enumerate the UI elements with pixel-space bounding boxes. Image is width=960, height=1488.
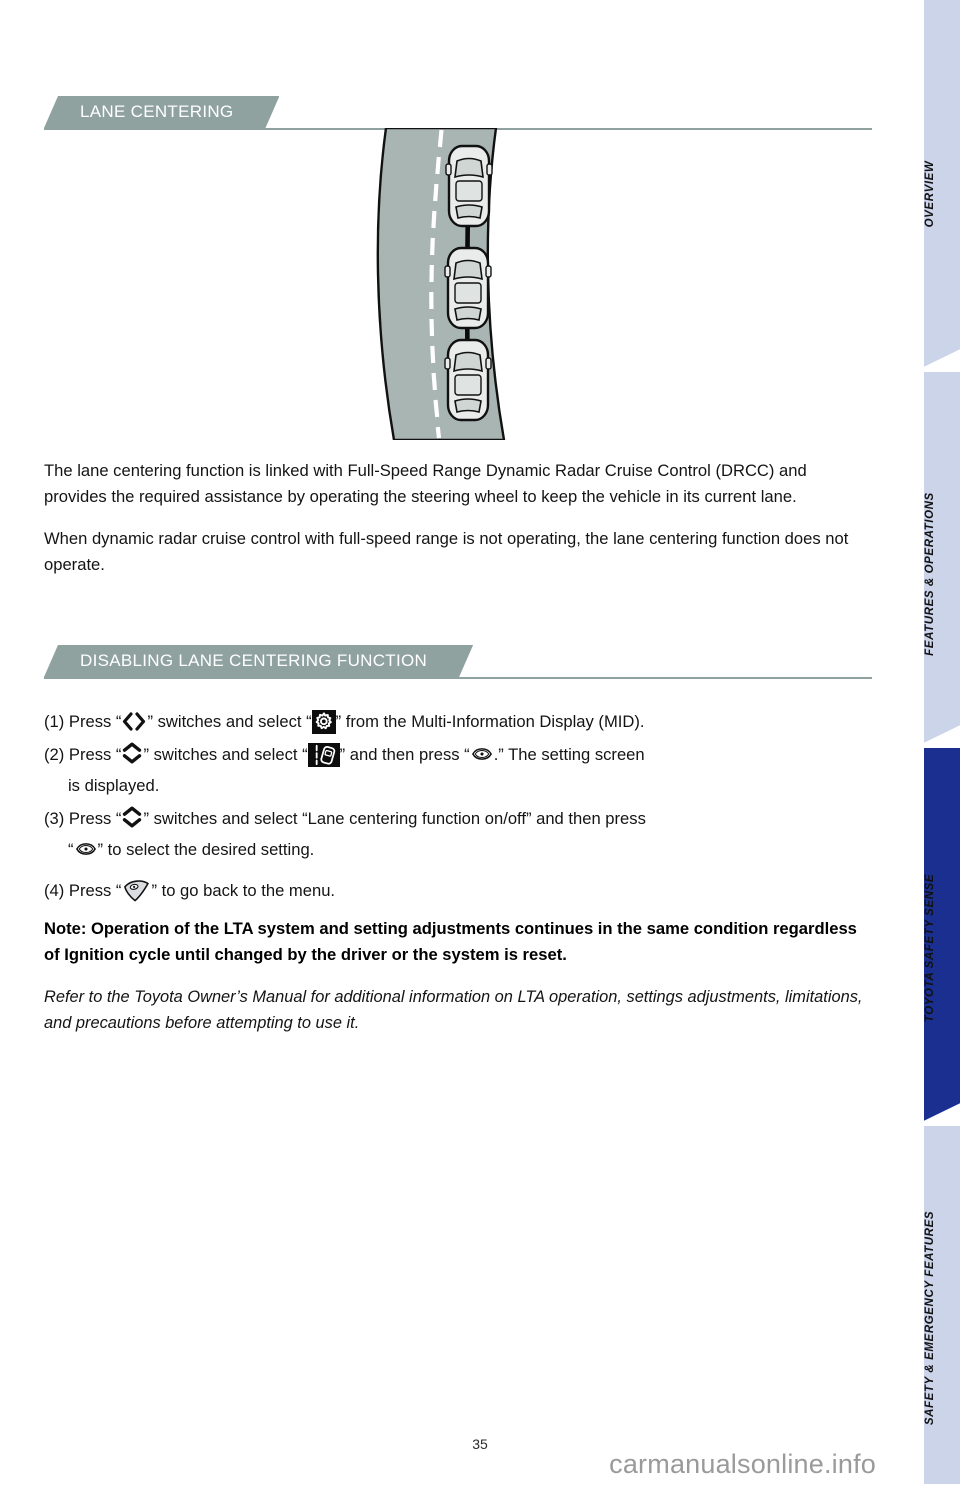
page-content: LANE CENTERING The lane centering functi… — [44, 0, 872, 1484]
enter-button-icon — [74, 839, 98, 859]
step-2-number: (2) — [44, 745, 65, 764]
step-2: (2) Press “ ” switches and select “ ” an… — [44, 739, 872, 801]
note-text: Note: Operation of the LTA system and se… — [44, 919, 857, 964]
steps-list: (1) Press “ ” switches and select “ ” fr… — [44, 706, 872, 908]
step-3-continuation: “ ” to select the desired setting. — [44, 834, 872, 865]
step-2-text-b: ” switches and select “ — [143, 745, 308, 764]
step-1-text-c: ” from the Multi-Information Display (MI… — [335, 712, 645, 731]
lane-centering-section-header: LANE CENTERING — [44, 96, 872, 130]
sidebar-tab-label-features-operations: FEATURES & OPERATIONS — [924, 492, 936, 656]
disabling-lane-centering-section-header: DISABLING LANE CENTERING FUNCTION — [44, 645, 872, 679]
step-4-number: (4) — [44, 881, 65, 900]
step-1: (1) Press “ ” switches and select “ ” fr… — [44, 706, 872, 737]
lane-centering-illustration — [44, 128, 872, 448]
step-3-text-a: Press “ — [68, 809, 122, 828]
back-button-icon — [121, 878, 151, 902]
step-3-text-d: ” to select the desired setting. — [97, 840, 315, 859]
note-and-disclaimer: Note: Operation of the LTA system and se… — [44, 916, 872, 1036]
left-right-switch-icon — [121, 712, 147, 731]
step-3-text-b: ” switches and select “Lane centering fu… — [143, 809, 646, 828]
step-1-number: (1) — [44, 712, 65, 731]
up-down-switch-icon — [121, 742, 143, 764]
section-subtitle: DISABLING LANE CENTERING FUNCTION — [44, 645, 473, 677]
up-down-switch-icon — [121, 806, 143, 828]
section-index-sidebar: OVERVIEW FEATURES & OPERATIONS TOYOTA SA… — [880, 0, 960, 1484]
manual-page: OVERVIEW FEATURES & OPERATIONS TOYOTA SA… — [0, 0, 960, 1484]
intro-text-block: The lane centering function is linked wi… — [44, 458, 872, 594]
sidebar-tab-label-toyota-safety-sense: TOYOTA SAFETY SENSE — [924, 873, 936, 1023]
enter-button-icon — [470, 744, 494, 764]
lane-departure-alert-icon — [307, 743, 340, 767]
step-1-text-a: Press “ — [68, 712, 122, 731]
step-2-text-c: ” and then press “ — [339, 745, 470, 764]
step-1-text-b: ” switches and select “ — [147, 712, 312, 731]
sidebar-tab-label-overview: OVERVIEW — [924, 160, 936, 228]
step-4-text-a: Press “ — [68, 881, 122, 900]
settings-gear-icon — [311, 710, 336, 734]
page-title: LANE CENTERING — [44, 96, 279, 128]
paragraph-drcc-condition: When dynamic radar cruise control with f… — [44, 529, 849, 574]
step-2-continuation: is displayed. — [68, 776, 160, 795]
step-2-text-d: .” The setting screen — [493, 745, 645, 764]
step-3: (3) Press “ ” switches and select “Lane … — [44, 803, 872, 865]
step-2-text-a: Press “ — [68, 745, 122, 764]
disclaimer-text: Refer to the Toyota Owner’s Manual for a… — [44, 988, 863, 1032]
step-4-text-b: ” to go back to the menu. — [151, 881, 336, 900]
step-4: (4) Press “ ” to go back to the menu. — [44, 875, 872, 906]
header-rule — [44, 677, 872, 679]
site-watermark: carmanualsonline.info — [609, 1449, 876, 1479]
step-3-number: (3) — [44, 809, 65, 828]
paragraph-lane-centering-description: The lane centering function is linked wi… — [44, 461, 807, 506]
